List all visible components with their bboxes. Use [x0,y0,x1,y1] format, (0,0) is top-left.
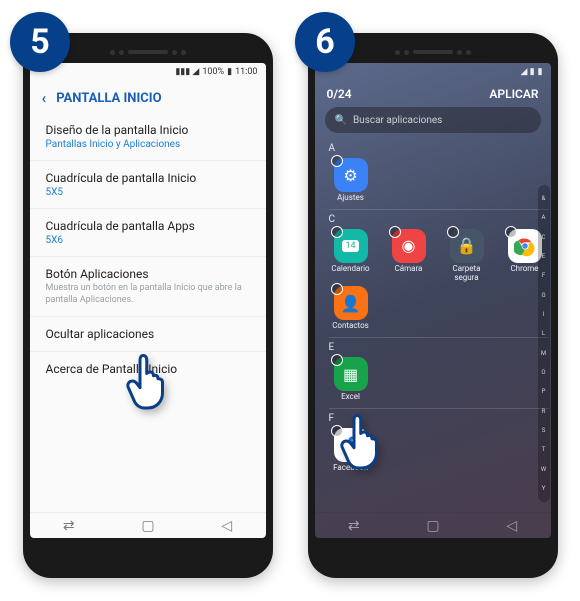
section-C: C [329,209,549,225]
statusbar-right: ◢ ▮ ▮ [315,63,551,81]
back-icon[interactable]: ‹ [42,89,47,107]
signal-icon: ▮▮▮ ◢ [175,67,199,77]
screen-right: ◢ ▮ ▮ 0/24 APLICAR 🔍 Buscar aplicaciones… [315,63,551,538]
recent-icon[interactable]: ⇄ [63,518,75,534]
item-about[interactable]: Acerca de Pantalla Inicio [30,351,266,386]
checkbox[interactable] [331,354,343,366]
app-excel[interactable]: ▦ Excel [327,357,375,402]
app-label: Contactos [327,322,375,331]
app-label: Ajustes [327,194,375,203]
item-sub: 5X5 [46,187,250,198]
item-apps-button[interactable]: Botón Aplicaciones Muestra un botón en l… [30,256,266,316]
item-hide-apps[interactable]: Ocultar aplicaciones [30,316,266,351]
signal-icon: ◢ ▮ [520,67,534,77]
step-badge-6: 6 [295,12,355,72]
app-label: Excel [327,393,375,402]
section-E: E [329,337,549,353]
header-row: ‹ PANTALLA INICIO [30,81,266,111]
app-label: Calendario [327,265,375,274]
statusbar-left: ▮▮▮ ◢ 100% ▮ 11:00 [30,63,266,81]
item-desc: Muestra un botón en la pantalla Inicio q… [46,283,250,306]
back-icon[interactable]: ◁ [221,518,232,534]
app-facebook[interactable]: f Facebook [327,428,375,473]
app-carpeta-segura[interactable]: 🔒 Carpeta segura [443,229,491,283]
select-apps-bar: 0/24 APLICAR [315,81,551,103]
app-camara[interactable]: ◉ Cámara [385,229,433,283]
checkbox[interactable] [389,226,401,238]
search-input[interactable]: 🔍 Buscar aplicaciones [325,107,541,133]
back-icon[interactable]: ◁ [506,518,517,534]
checkbox[interactable] [331,155,343,167]
search-icon: 🔍 [335,115,347,126]
battery-icon: ▮ [227,67,232,77]
battery-icon: ▮ [538,67,543,77]
navbar-right: ⇄ ▢ ◁ [315,512,551,538]
item-title: Botón Aplicaciones [46,267,250,281]
step-badge-5: 5 [10,12,70,72]
checkbox[interactable] [331,283,343,295]
phone-frame-right: ◢ ▮ ▮ 0/24 APLICAR 🔍 Buscar aplicaciones… [308,33,558,578]
navbar-left: ⇄ ▢ ◁ [30,512,266,538]
screen-left: ▮▮▮ ◢ 100% ▮ 11:00 ‹ PANTALLA INICIO Dis… [30,63,266,538]
app-contactos[interactable]: 👤 Contactos [327,286,375,331]
home-icon[interactable]: ▢ [426,518,439,534]
item-layout[interactable]: Diseño de la pantalla Inicio Pantallas I… [30,113,266,160]
item-title: Ocultar aplicaciones [46,327,250,341]
search-placeholder: Buscar aplicaciones [353,115,442,126]
checkbox[interactable] [505,226,517,238]
item-title: Acerca de Pantalla Inicio [46,362,250,376]
app-label: Carpeta segura [443,265,491,283]
phone-frame-left: ▮▮▮ ◢ 100% ▮ 11:00 ‹ PANTALLA INICIO Dis… [23,33,273,578]
checkbox[interactable] [447,226,459,238]
clock: 11:00 [235,67,257,77]
page-title: PANTALLA INICIO [56,91,161,106]
app-ajustes[interactable]: ⚙ Ajustes [327,158,375,203]
item-title: Cuadrícula de pantalla Apps [46,219,250,233]
app-label: Cámara [385,265,433,274]
recent-icon[interactable]: ⇄ [348,518,360,534]
item-apps-grid[interactable]: Cuadrícula de pantalla Apps 5X6 [30,208,266,256]
battery-text: 100% [202,67,224,77]
item-sub: 5X6 [46,235,250,246]
checkbox[interactable] [331,226,343,238]
apps-area: A ⚙ Ajustes C 14 Calendario ◉ Cámara 🔒 [315,139,551,512]
apply-button[interactable]: APLICAR [489,87,538,101]
selected-counter: 0/24 [327,87,352,101]
app-calendario[interactable]: 14 Calendario [327,229,375,283]
checkbox[interactable] [331,425,343,437]
home-icon[interactable]: ▢ [141,518,154,534]
item-title: Diseño de la pantalla Inicio [46,123,250,137]
item-title: Cuadrícula de pantalla Inicio [46,171,250,185]
section-F: F [329,408,549,424]
app-label: Facebook [327,464,375,473]
section-A: A [329,143,549,154]
settings-list: Diseño de la pantalla Inicio Pantallas I… [30,111,266,512]
alpha-index[interactable]: &ACEFGILMOPRSTWY [538,185,550,502]
item-sub: Pantallas Inicio y Aplicaciones [46,139,250,150]
item-home-grid[interactable]: Cuadrícula de pantalla Inicio 5X5 [30,160,266,208]
